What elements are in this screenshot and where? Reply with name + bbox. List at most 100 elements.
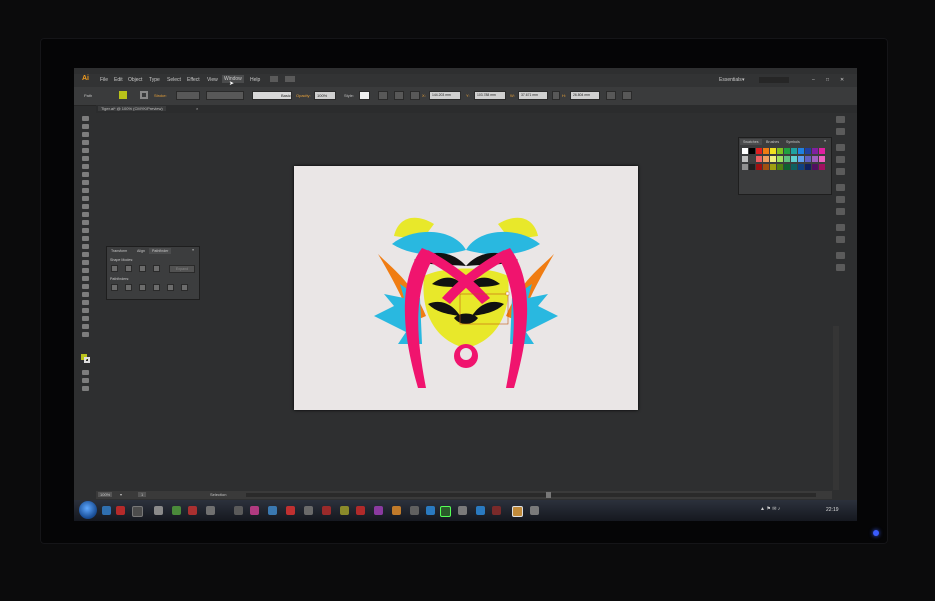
merge-button[interactable] bbox=[139, 284, 146, 291]
stroke-label[interactable]: Stroke: bbox=[154, 93, 167, 98]
intersect-button[interactable] bbox=[139, 265, 146, 272]
swatch[interactable] bbox=[742, 156, 748, 162]
artboard-tool-icon[interactable] bbox=[82, 308, 89, 313]
color-guide-panel-icon[interactable] bbox=[836, 128, 845, 135]
scale-tool-icon[interactable] bbox=[82, 220, 89, 225]
hand-tool-icon[interactable] bbox=[82, 324, 89, 329]
close-tab-icon[interactable]: × bbox=[196, 106, 198, 111]
gradient-tool-icon[interactable] bbox=[82, 268, 89, 273]
swatches-panel-icon[interactable] bbox=[836, 144, 845, 151]
crop-button[interactable] bbox=[153, 284, 160, 291]
slice-tool-icon[interactable] bbox=[82, 316, 89, 321]
swatch[interactable] bbox=[756, 148, 762, 154]
outline-button[interactable] bbox=[167, 284, 174, 291]
type-tool-icon[interactable] bbox=[82, 156, 89, 161]
artboard[interactable] bbox=[294, 166, 638, 410]
free-transform-tool-icon[interactable] bbox=[82, 236, 89, 241]
blob-brush-tool-icon[interactable] bbox=[82, 196, 89, 201]
lasso-tool-icon[interactable] bbox=[82, 140, 89, 145]
document-tab[interactable]: Tiger.ai* @ 100% (CMYK/Preview) bbox=[98, 106, 166, 111]
swatch[interactable] bbox=[770, 148, 776, 154]
opacity-label[interactable]: Opacity: bbox=[296, 93, 311, 98]
shape-builder-tool-icon[interactable] bbox=[82, 244, 89, 249]
app-icon[interactable] bbox=[250, 506, 259, 515]
swatch[interactable] bbox=[756, 156, 762, 162]
panel-menu-icon[interactable]: ≡ bbox=[824, 139, 826, 143]
isolate-object-icon[interactable] bbox=[606, 91, 616, 100]
swatch[interactable] bbox=[749, 148, 755, 154]
mesh-tool-icon[interactable] bbox=[82, 260, 89, 265]
stroke-weight-field[interactable] bbox=[176, 91, 200, 100]
app-icon[interactable] bbox=[116, 506, 125, 515]
scroll-thumb[interactable] bbox=[546, 492, 551, 498]
tab-swatches[interactable]: Swatches bbox=[740, 139, 762, 145]
swatch[interactable] bbox=[784, 164, 790, 170]
pencil-tool-icon[interactable] bbox=[82, 188, 89, 193]
workspace-switcher[interactable]: Essentials bbox=[719, 77, 742, 83]
appearance-panel-icon[interactable] bbox=[836, 224, 845, 231]
vertical-scrollbar[interactable] bbox=[833, 326, 839, 490]
swatch[interactable] bbox=[749, 164, 755, 170]
column-graph-tool-icon[interactable] bbox=[82, 300, 89, 305]
app-icon[interactable] bbox=[530, 506, 539, 515]
menu-help[interactable]: Help bbox=[250, 77, 260, 83]
swatch[interactable] bbox=[812, 164, 818, 170]
app-icon[interactable] bbox=[206, 506, 215, 515]
variable-width-profile[interactable] bbox=[206, 91, 244, 100]
tab-symbols[interactable]: Symbols bbox=[783, 139, 803, 145]
symbol-sprayer-tool-icon[interactable] bbox=[82, 292, 89, 297]
menu-type[interactable]: Type bbox=[149, 77, 160, 83]
opacity-field[interactable]: 100% bbox=[314, 91, 336, 100]
swatch[interactable] bbox=[749, 156, 755, 162]
app-icon[interactable] bbox=[340, 506, 349, 515]
horizontal-scrollbar[interactable] bbox=[246, 493, 816, 497]
minimize-icon[interactable]: – bbox=[812, 77, 815, 83]
app-icon[interactable] bbox=[476, 506, 485, 515]
panel-menu-icon[interactable] bbox=[622, 91, 632, 100]
tab-transform[interactable]: Transform bbox=[108, 248, 130, 254]
tray-icons[interactable]: ▲ ⚑ ✉ ♪ bbox=[760, 506, 780, 512]
drawing-mode-icon[interactable] bbox=[82, 378, 89, 383]
swatch[interactable] bbox=[798, 156, 804, 162]
screen-mode-icon[interactable] bbox=[82, 386, 89, 391]
swatch[interactable] bbox=[791, 156, 797, 162]
swatch[interactable] bbox=[812, 156, 818, 162]
app-icon[interactable] bbox=[234, 506, 243, 515]
menu-object[interactable]: Object bbox=[128, 77, 142, 83]
swatch[interactable] bbox=[784, 148, 790, 154]
swatch[interactable] bbox=[763, 148, 769, 154]
maximize-icon[interactable]: □ bbox=[826, 77, 829, 83]
pen-tool-icon[interactable] bbox=[82, 148, 89, 153]
swatch[interactable] bbox=[770, 164, 776, 170]
transform-icon[interactable] bbox=[410, 91, 420, 100]
color-panel-icon[interactable] bbox=[836, 116, 845, 123]
swatch[interactable] bbox=[777, 164, 783, 170]
gradient-panel-icon[interactable] bbox=[836, 196, 845, 203]
clock[interactable]: 22:19 bbox=[826, 507, 839, 513]
selection-handle[interactable] bbox=[505, 291, 510, 296]
brush-definition-field[interactable]: Basic bbox=[252, 91, 292, 100]
tab-brushes[interactable]: Brushes bbox=[763, 139, 782, 145]
app-icon[interactable] bbox=[374, 506, 383, 515]
graphic-styles-panel-icon[interactable] bbox=[836, 236, 845, 243]
graphic-style-swatch[interactable] bbox=[359, 91, 370, 100]
stroke-swatch[interactable] bbox=[140, 91, 148, 99]
color-mode-icon[interactable] bbox=[82, 370, 89, 375]
swatch[interactable] bbox=[777, 156, 783, 162]
x-field[interactable]: 144.203 mm bbox=[429, 91, 461, 100]
swatch[interactable] bbox=[791, 164, 797, 170]
zoom-tool-icon[interactable] bbox=[82, 332, 89, 337]
minus-front-button[interactable] bbox=[125, 265, 132, 272]
swatch[interactable] bbox=[784, 156, 790, 162]
selection-tool-icon[interactable] bbox=[82, 116, 89, 121]
brushes-panel-icon[interactable] bbox=[836, 156, 845, 163]
eyedropper-tool-icon[interactable] bbox=[82, 276, 89, 281]
w-field[interactable]: 37.671 mm bbox=[518, 91, 548, 100]
divide-button[interactable] bbox=[111, 284, 118, 291]
app-icon[interactable] bbox=[492, 506, 501, 515]
app-icon[interactable] bbox=[286, 506, 295, 515]
stroke-color-icon[interactable] bbox=[84, 357, 90, 363]
direct-selection-tool-icon[interactable] bbox=[82, 124, 89, 129]
app-icon[interactable] bbox=[188, 506, 197, 515]
menu-edit[interactable]: Edit bbox=[114, 77, 123, 83]
